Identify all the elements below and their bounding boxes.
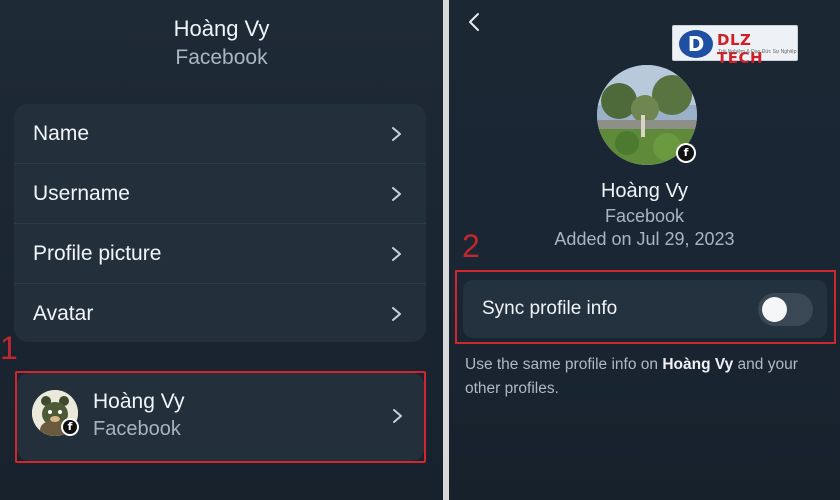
sync-description: Use the same profile info on Hoàng Vy an… xyxy=(465,356,798,397)
menu-item-label: Profile picture xyxy=(33,242,162,265)
back-chevron-icon[interactable] xyxy=(466,10,482,34)
menu-item-name[interactable]: Name xyxy=(14,104,426,164)
chevron-right-icon xyxy=(392,127,401,141)
menu-item-label: Username xyxy=(33,182,130,205)
description-account-name: Hoàng Vy xyxy=(662,356,734,373)
logo-mark: D xyxy=(679,30,713,58)
step-number-1: 1 xyxy=(0,330,18,366)
menu-item-label: Name xyxy=(33,122,90,145)
logo-tagline: Trải Nghiệm & Đạo Đức Sự Nghiệp xyxy=(718,49,797,55)
profile-platform: Facebook xyxy=(175,46,268,69)
sync-profile-label: Sync profile info xyxy=(482,298,618,319)
profile-settings-card: Name Username Profile picture Avatar xyxy=(14,104,426,342)
account-name: Hoàng Vy xyxy=(93,390,185,413)
chevron-right-icon xyxy=(392,247,401,261)
chevron-right-icon xyxy=(392,187,401,201)
chevron-right-icon xyxy=(392,307,401,321)
watermark-logo: D DLZ TECH Trải Nghiệm & Đạo Đức Sự Nghi… xyxy=(672,25,798,67)
menu-item-username[interactable]: Username xyxy=(14,164,426,224)
profile-platform: Facebook xyxy=(604,206,685,226)
step-number-2: 2 xyxy=(462,228,480,264)
menu-item-avatar[interactable]: Avatar xyxy=(14,284,426,344)
facebook-icon: f xyxy=(676,143,696,163)
added-date: Added on Jul 29, 2023 xyxy=(554,229,735,249)
account-platform: Facebook xyxy=(93,418,181,440)
menu-item-label: Avatar xyxy=(33,302,94,325)
menu-item-profile-picture[interactable]: Profile picture xyxy=(14,224,426,284)
profile-title: Hoàng Vy xyxy=(173,16,270,41)
sync-profile-toggle[interactable] xyxy=(758,293,813,326)
facebook-icon: f xyxy=(61,418,79,436)
toggle-knob xyxy=(762,297,787,322)
chevron-right-icon xyxy=(393,409,402,423)
profile-name: Hoàng Vy xyxy=(600,180,689,202)
